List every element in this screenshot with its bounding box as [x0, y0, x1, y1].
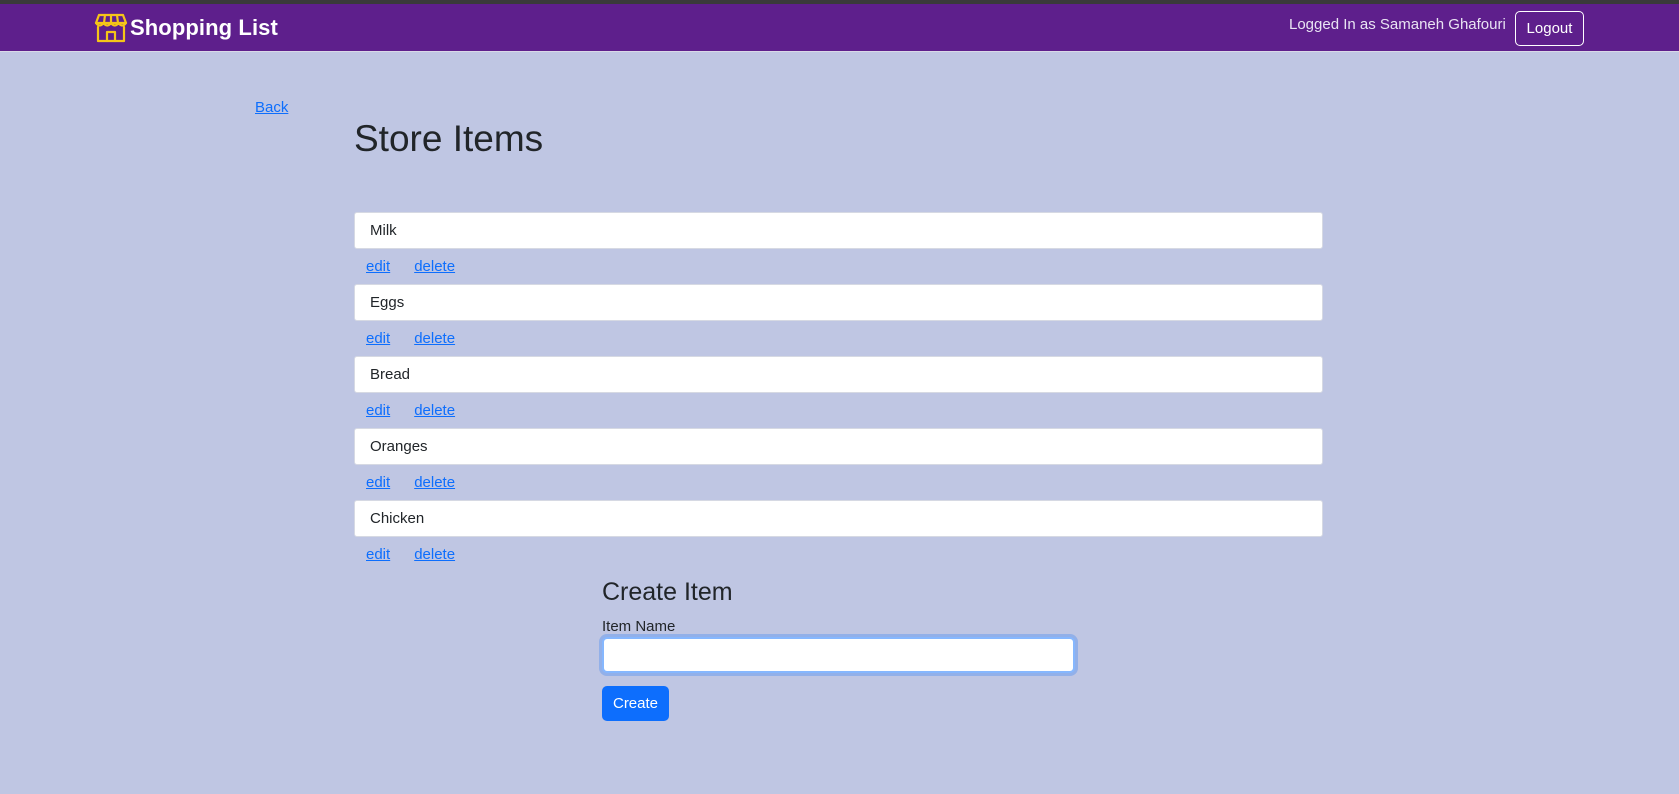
create-button[interactable]: Create — [602, 686, 669, 721]
item-actions: edit delete — [354, 393, 1323, 428]
list-item: Milk — [354, 212, 1323, 249]
logged-in-text: Logged In as Samaneh Ghafouri — [1289, 16, 1506, 33]
list-item: Eggs — [354, 284, 1323, 321]
delete-link[interactable]: delete — [414, 330, 455, 347]
list-item: Oranges — [354, 428, 1323, 465]
logout-button[interactable]: Logout — [1515, 11, 1584, 46]
item-name-input[interactable] — [602, 637, 1075, 673]
storefront-icon — [94, 11, 128, 45]
navbar: Shopping List Logged In as Samaneh Ghafo… — [0, 4, 1679, 52]
edit-link[interactable]: edit — [366, 474, 390, 491]
delete-link[interactable]: delete — [414, 546, 455, 563]
delete-link[interactable]: delete — [414, 474, 455, 491]
page-title: Store Items — [354, 118, 544, 159]
store-items-list: Milk edit delete Eggs edit delete Bread … — [354, 212, 1323, 572]
brand-link[interactable]: Shopping List — [94, 11, 278, 45]
item-actions: edit delete — [354, 249, 1323, 284]
delete-link[interactable]: delete — [414, 258, 455, 275]
edit-link[interactable]: edit — [366, 330, 390, 347]
brand-title: Shopping List — [130, 15, 278, 40]
create-item-title: Create Item — [602, 578, 733, 606]
edit-link[interactable]: edit — [366, 258, 390, 275]
item-name-label: Item Name — [602, 618, 676, 635]
edit-link[interactable]: edit — [366, 402, 390, 419]
list-item: Chicken — [354, 500, 1323, 537]
list-item: Bread — [354, 356, 1323, 393]
item-actions: edit delete — [354, 465, 1323, 500]
delete-link[interactable]: delete — [414, 402, 455, 419]
item-actions: edit delete — [354, 537, 1323, 572]
back-link[interactable]: Back — [255, 99, 288, 116]
item-actions: edit delete — [354, 321, 1323, 356]
edit-link[interactable]: edit — [366, 546, 390, 563]
